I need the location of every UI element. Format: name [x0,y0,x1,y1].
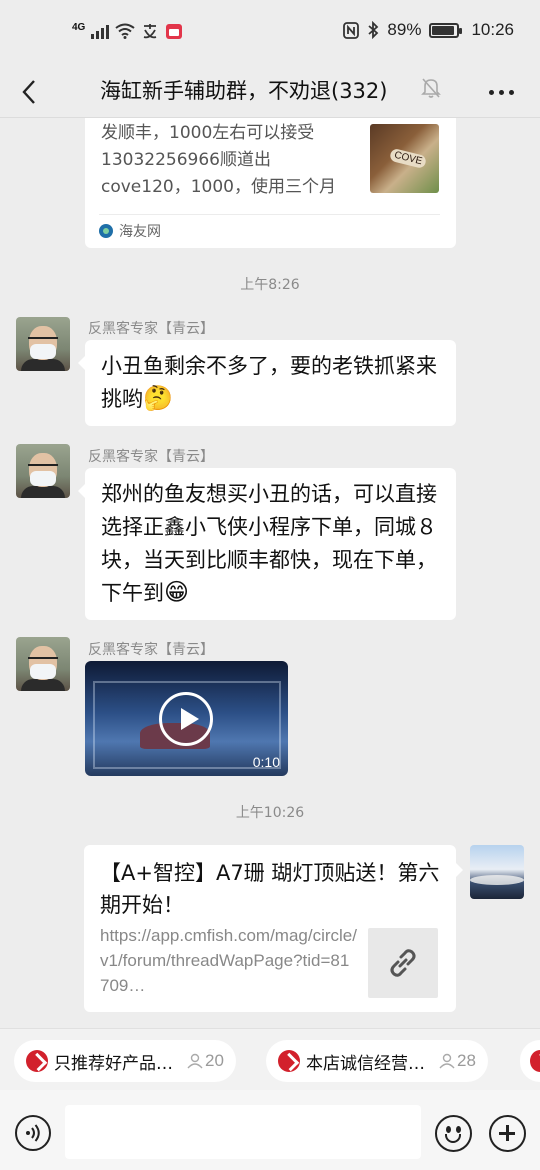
avatar-mask [30,344,56,359]
link-title: 【A+智控】A7珊 瑚灯顶贴送！第六期开始！ [100,861,440,917]
bluetooth-icon [368,21,379,39]
more-actions-plus-button[interactable] [489,1115,526,1152]
voice-icon [26,1124,40,1142]
more-dot [498,89,504,95]
voice-input-button[interactable] [15,1115,51,1151]
article-source: 海友网 [99,221,161,241]
source-logo-icon [99,224,113,238]
clock: 10:26 [471,20,514,39]
chevron-left-icon [22,80,35,104]
avatar-body [21,359,65,371]
message-bubble[interactable]: 郑州的鱼友想买小丑的话，可以直接选择正鑫小飞侠小程序下单，同城８块，当天到比顺丰… [78,468,456,620]
avatar[interactable] [16,444,70,498]
thumbnail-label: COVE [388,147,428,170]
mini-program-shelf[interactable]: 只推荐好产品… 20 本店诚信经营… 28 [0,1028,540,1090]
avatar[interactable] [16,317,70,371]
shelf-chip[interactable]: 本店诚信经营… 28 [266,1040,488,1082]
chat-header: 海缸新手辅助群，不劝退(332) [0,66,540,118]
status-right: 89% 10:26 [343,20,514,40]
video-message[interactable]: 0:10 [85,661,288,776]
network-label: 4G [72,21,86,33]
sender-name: 反黑客专家【青云】 [88,449,214,465]
article-snippet: 发顺丰，1000左右可以接受13032256966顺道出cove120，1000… [101,123,336,197]
nfc-icon [343,21,360,39]
emoji-eye [456,1126,461,1133]
person-icon [439,1053,455,1069]
link-thumbnail [368,928,438,998]
article-thumbnail: COVE [370,124,439,193]
shelf-chip-partial[interactable] [520,1040,540,1082]
avatar-glasses [28,657,58,663]
status-left: 4G [72,22,183,40]
chip-member-count: 20 [187,1051,224,1071]
video-duration: 0:10 [252,754,280,770]
emoji-mouth [445,1134,461,1143]
timestamp: 上午10:26 [235,805,305,821]
avatar-body [21,679,65,691]
battery-icon [429,22,463,38]
message-list[interactable]: 发顺丰，1000左右可以接受13032256966顺道出cove120，1000… [0,118,540,1028]
message-text: 郑州的鱼友想买小丑的话，可以直接选择正鑫小飞侠小程序下单，同城８块，当天到比顺丰… [101,482,437,605]
person-icon [187,1053,203,1069]
more-options-button[interactable] [484,76,518,108]
play-icon[interactable] [159,692,213,746]
emoji-button[interactable] [435,1115,472,1152]
more-dot [488,89,494,95]
avatar-glasses [28,337,58,343]
avatar-mask [30,471,56,486]
sender-name: 反黑客专家【青云】 [88,321,214,337]
app-notification-icon [144,24,157,39]
battery-percent: 89% [387,20,422,39]
battery-fill [432,25,454,35]
chip-label: 本店诚信经营… [306,1053,425,1074]
mute-bell-icon [421,78,441,98]
calendar-app-icon [166,24,183,39]
chip-count: 20 [205,1051,224,1070]
chat-title: 海缸新手辅助群，不劝退(332) [100,79,388,103]
shared-article-card[interactable]: 发顺丰，1000左右可以接受13032256966顺道出cove120，1000… [85,118,456,248]
message-bubble[interactable]: 小丑鱼剩余不多了，要的老铁抓紧来挑哟🤔 [78,340,456,426]
card-divider [99,214,440,215]
source-name: 海友网 [119,224,161,240]
wifi-icon [115,23,135,39]
store-logo-icon [26,1050,48,1072]
shelf-chip[interactable]: 只推荐好产品… 20 [14,1040,236,1082]
thinking-emoji-icon: 🤔 [143,384,173,412]
link-message-card[interactable]: 【A+智控】A7珊 瑚灯顶贴送！第六期开始！ https://app.cmfis… [84,845,463,1012]
avatar-mask [30,664,56,679]
signal-icon [91,23,110,39]
store-logo-icon [530,1050,540,1072]
sender-name: 反黑客专家【青云】 [88,642,214,658]
avatar[interactable] [16,637,70,691]
back-button[interactable] [12,72,46,112]
more-dot [508,89,514,95]
message-input[interactable] [65,1105,421,1159]
chip-count: 28 [457,1051,476,1070]
input-bar [0,1090,540,1170]
avatar-glasses [28,464,58,470]
emoji-eye [446,1126,451,1133]
chip-member-count: 28 [439,1051,476,1071]
timestamp: 上午8:26 [240,277,300,293]
chip-label: 只推荐好产品… [54,1053,173,1074]
link-url: https://app.cmfish.com/mag/circle/v1/for… [100,926,357,995]
my-avatar[interactable] [470,845,524,899]
link-icon [390,949,416,977]
status-bar: 4G 89% 10:26 [0,0,540,66]
avatar-body [21,486,65,498]
grin-emoji-icon: 😁 [164,578,190,606]
store-logo-icon [278,1050,300,1072]
